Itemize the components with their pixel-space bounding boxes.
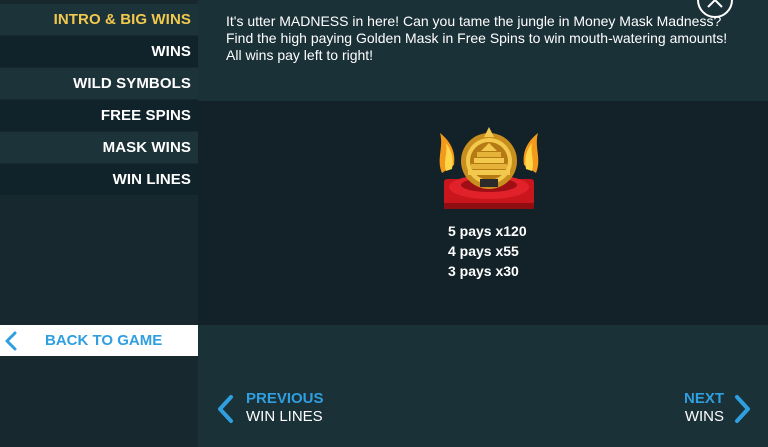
description-text: It's utter MADNESS in here! Can you tame… (226, 13, 761, 64)
previous-label: PREVIOUS (246, 390, 324, 407)
menu-item-label: WIN LINES (112, 171, 191, 188)
previous-sublabel: WIN LINES (246, 408, 323, 425)
back-to-game-label: BACK TO GAME (45, 332, 163, 349)
menu-item-win-lines[interactable]: WIN LINES (0, 164, 198, 195)
golden-mask-icon (439, 127, 539, 209)
chevron-left-icon (5, 331, 17, 351)
navigation-panel: PREVIOUS WIN LINES NEXT WINS (198, 325, 768, 447)
sidebar: INTRO & BIG WINS WINS WILD SYMBOLS FREE … (0, 0, 198, 447)
menu-item-label: INTRO & BIG WINS (53, 11, 191, 28)
menu-item-label: WINS (151, 43, 191, 60)
menu-item-label: MASK WINS (102, 139, 191, 156)
back-to-game-button[interactable]: BACK TO GAME (0, 325, 198, 356)
next-label: NEXT (684, 390, 725, 407)
next-sublabel: WINS (684, 408, 725, 425)
description-line: It's utter MADNESS in here! Can you tame… (226, 13, 722, 29)
close-icon (707, 0, 723, 8)
next-page-button[interactable]: NEXT WINS (676, 388, 756, 428)
pay-line: 5 pays x120 (448, 223, 527, 239)
close-button[interactable] (697, 0, 733, 18)
menu-item-free-spins[interactable]: FREE SPINS (0, 100, 198, 131)
chevron-right-icon (735, 395, 750, 423)
menu-item-label: FREE SPINS (100, 107, 191, 124)
description-panel: It's utter MADNESS in here! Can you tame… (198, 0, 768, 101)
description-line: All wins pay left to right! (226, 47, 374, 63)
description-line: Find the high paying Golden Mask in Free… (226, 30, 728, 46)
menu-item-label: WILD SYMBOLS (73, 75, 191, 92)
previous-page-button[interactable]: PREVIOUS WIN LINES (216, 388, 356, 428)
pay-line: 4 pays x55 (448, 243, 519, 259)
menu-item-intro-big-wins[interactable]: INTRO & BIG WINS (0, 4, 198, 35)
symbol-panel: 5 pays x120 4 pays x55 3 pays x30 (198, 101, 768, 325)
chevron-left-icon (218, 395, 233, 423)
menu-item-wins[interactable]: WINS (0, 36, 198, 67)
menu-item-wild-symbols[interactable]: WILD SYMBOLS (0, 68, 198, 99)
menu-item-mask-wins[interactable]: MASK WINS (0, 132, 198, 163)
pay-table: 5 pays x120 4 pays x55 3 pays x30 (448, 221, 527, 281)
pay-line: 3 pays x30 (448, 263, 519, 279)
